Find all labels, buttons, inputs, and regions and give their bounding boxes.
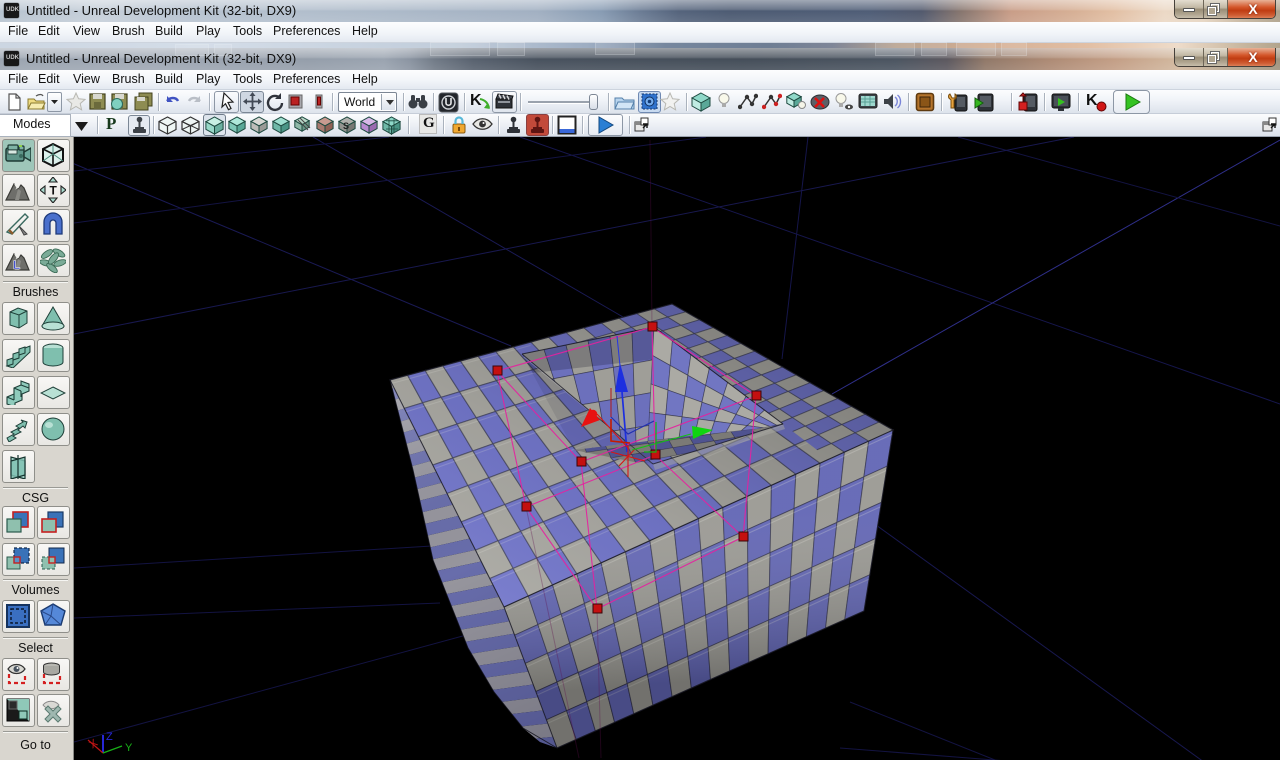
svg-text:Z: Z <box>106 731 113 743</box>
svg-text:T: T <box>50 184 58 198</box>
svg-text:L: L <box>13 258 20 272</box>
svg-text:S: S <box>343 121 349 131</box>
svg-text:Y: Y <box>125 742 133 754</box>
